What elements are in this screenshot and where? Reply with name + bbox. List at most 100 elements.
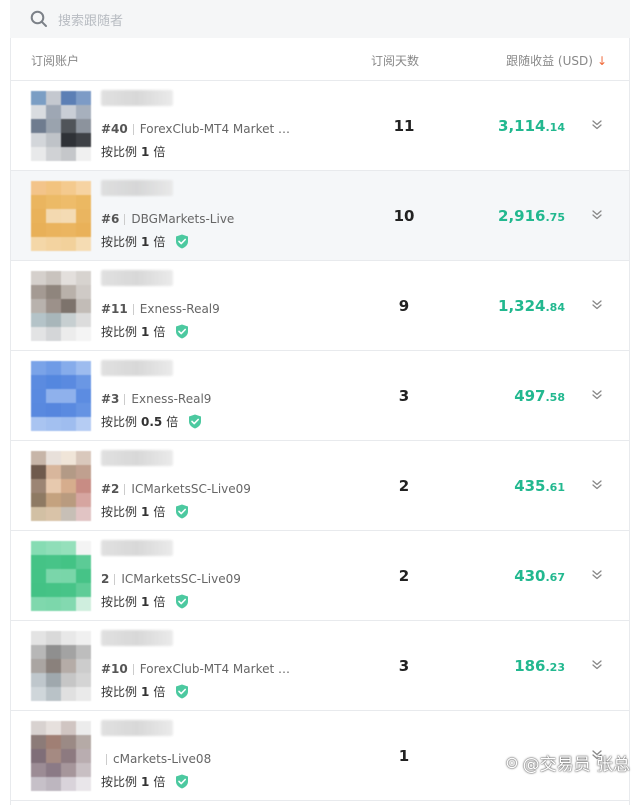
avatar-pixel [61, 119, 76, 133]
avatar[interactable] [31, 721, 91, 791]
avatar-pixel [76, 237, 91, 251]
ratio-unit: 倍 [153, 505, 166, 519]
avatar[interactable] [31, 181, 91, 251]
avatar-pixel [61, 451, 76, 465]
search-input[interactable]: 搜索跟随者 [58, 10, 123, 29]
sort-desc-icon[interactable]: ↓ [597, 54, 607, 68]
verified-shield-icon [176, 504, 189, 519]
avatar-pixel [76, 493, 91, 507]
earnings-decimal: .58 [545, 391, 566, 404]
ratio-value: 1 [141, 144, 150, 159]
table-row[interactable]: #11 Exness-Real9 按比例 1 倍 9 1,324.84 [11, 261, 629, 351]
avatar-pixel [31, 147, 46, 161]
avatar-pixel [31, 451, 46, 465]
copy-ratio: 按比例 1 倍 [101, 503, 189, 520]
broker-server: DBGMarkets-Live [131, 212, 235, 226]
avatar-pixel [46, 285, 61, 299]
avatar-pixel [76, 361, 91, 375]
avatar-pixel [76, 299, 91, 313]
avatar-pixel [76, 147, 91, 161]
column-header-earnings[interactable]: 跟随收益 (USD) ↓ [506, 52, 607, 69]
avatar-pixel [31, 541, 46, 555]
table-row[interactable]: #2 ICMarketsSC-Live09 按比例 1 倍 2 435.61 [11, 441, 629, 531]
earnings-decimal: .75 [545, 211, 566, 224]
avatar-pixel [61, 583, 76, 597]
avatar-pixel [61, 105, 76, 119]
avatar-pixel [61, 403, 76, 417]
avatar[interactable] [31, 451, 91, 521]
chevron-double-down-icon[interactable] [591, 569, 603, 581]
avatar-pixel [61, 327, 76, 341]
avatar-pixel [31, 271, 46, 285]
ratio-unit: 倍 [153, 235, 166, 249]
avatar-pixel [31, 237, 46, 251]
avatar-pixel [46, 721, 61, 735]
avatar-pixel [46, 465, 61, 479]
avatar-pixel [76, 465, 91, 479]
avatar-pixel [46, 645, 61, 659]
avatar[interactable] [31, 631, 91, 701]
search-bar[interactable]: 搜索跟随者 [10, 0, 630, 38]
chevron-double-down-icon[interactable] [591, 389, 603, 401]
table-row[interactable]: #6 DBGMarkets-Live 按比例 1 倍 10 2,916.75 [11, 171, 629, 261]
avatar-pixel [61, 777, 76, 791]
avatar-pixel [31, 327, 46, 341]
avatar-pixel [46, 389, 61, 403]
account-info: cMarkets-Live08 [101, 751, 211, 767]
verified-shield-icon [176, 324, 189, 339]
table-row[interactable]: #10 ForexClub-MT4 Market Re... 按比例 1 倍 3… [11, 621, 629, 711]
earnings-decimal: .84 [545, 301, 566, 314]
avatar-pixel [46, 673, 61, 687]
avatar-pixel [76, 327, 91, 341]
table-row[interactable]: #3 Exness-Real9 按比例 0.5 倍 3 497.58 [11, 351, 629, 441]
avatar[interactable] [31, 271, 91, 341]
broker-server: Exness-Real9 [139, 302, 220, 316]
table-row[interactable]: 2 ICMarketsSC-Live09 按比例 1 倍 2 430.67 [11, 531, 629, 621]
chevron-double-down-icon[interactable] [591, 119, 603, 131]
account-info: #6 DBGMarkets-Live [101, 211, 234, 227]
earnings-integer: 435 [514, 477, 546, 495]
avatar-pixel [76, 195, 91, 209]
avatar-pixel [76, 583, 91, 597]
avatar-pixel [61, 181, 76, 195]
ratio-value: 1 [141, 594, 150, 609]
column-header-days[interactable]: 订阅天数 [371, 52, 419, 69]
avatar[interactable] [31, 541, 91, 611]
rank-label: #3 [101, 392, 120, 406]
avatar-pixel [31, 763, 46, 777]
avatar-pixel [31, 721, 46, 735]
avatar-pixel [46, 195, 61, 209]
avatar-pixel [61, 313, 76, 327]
search-icon [30, 10, 47, 27]
avatar-pixel [76, 631, 91, 645]
chevron-double-down-icon[interactable] [591, 479, 603, 491]
subscription-days: 1 [398, 747, 410, 765]
subscription-days: 10 [393, 207, 415, 225]
avatar-pixel [46, 105, 61, 119]
avatar-pixel [61, 133, 76, 147]
rank-label: #6 [101, 212, 120, 226]
account-info: #40 ForexClub-MT4 Market Re... [101, 121, 298, 137]
divider [132, 303, 134, 315]
table-row[interactable]: #40 ForexClub-MT4 Market Re... 按比例 1 倍 1… [11, 81, 629, 171]
avatar-pixel [61, 91, 76, 105]
rank-label: 2 [101, 572, 110, 586]
avatar-pixel [76, 119, 91, 133]
chevron-double-down-icon[interactable] [591, 209, 603, 221]
chevron-double-down-icon[interactable] [591, 659, 603, 671]
avatar-pixel [46, 313, 61, 327]
blurred-username [101, 630, 173, 646]
ratio-label: 按比例 [101, 595, 138, 609]
chevron-double-down-icon[interactable] [591, 299, 603, 311]
account-info: #3 Exness-Real9 [101, 391, 211, 407]
avatar-pixel [31, 569, 46, 583]
avatar[interactable] [31, 91, 91, 161]
avatar-pixel [61, 673, 76, 687]
avatar-pixel [61, 763, 76, 777]
avatar-pixel [76, 479, 91, 493]
avatar-pixel [61, 417, 76, 431]
blurred-username [101, 270, 173, 286]
avatar[interactable] [31, 361, 91, 431]
avatar-pixel [61, 361, 76, 375]
broker-server: ICMarketsSC-Live09 [131, 482, 251, 496]
